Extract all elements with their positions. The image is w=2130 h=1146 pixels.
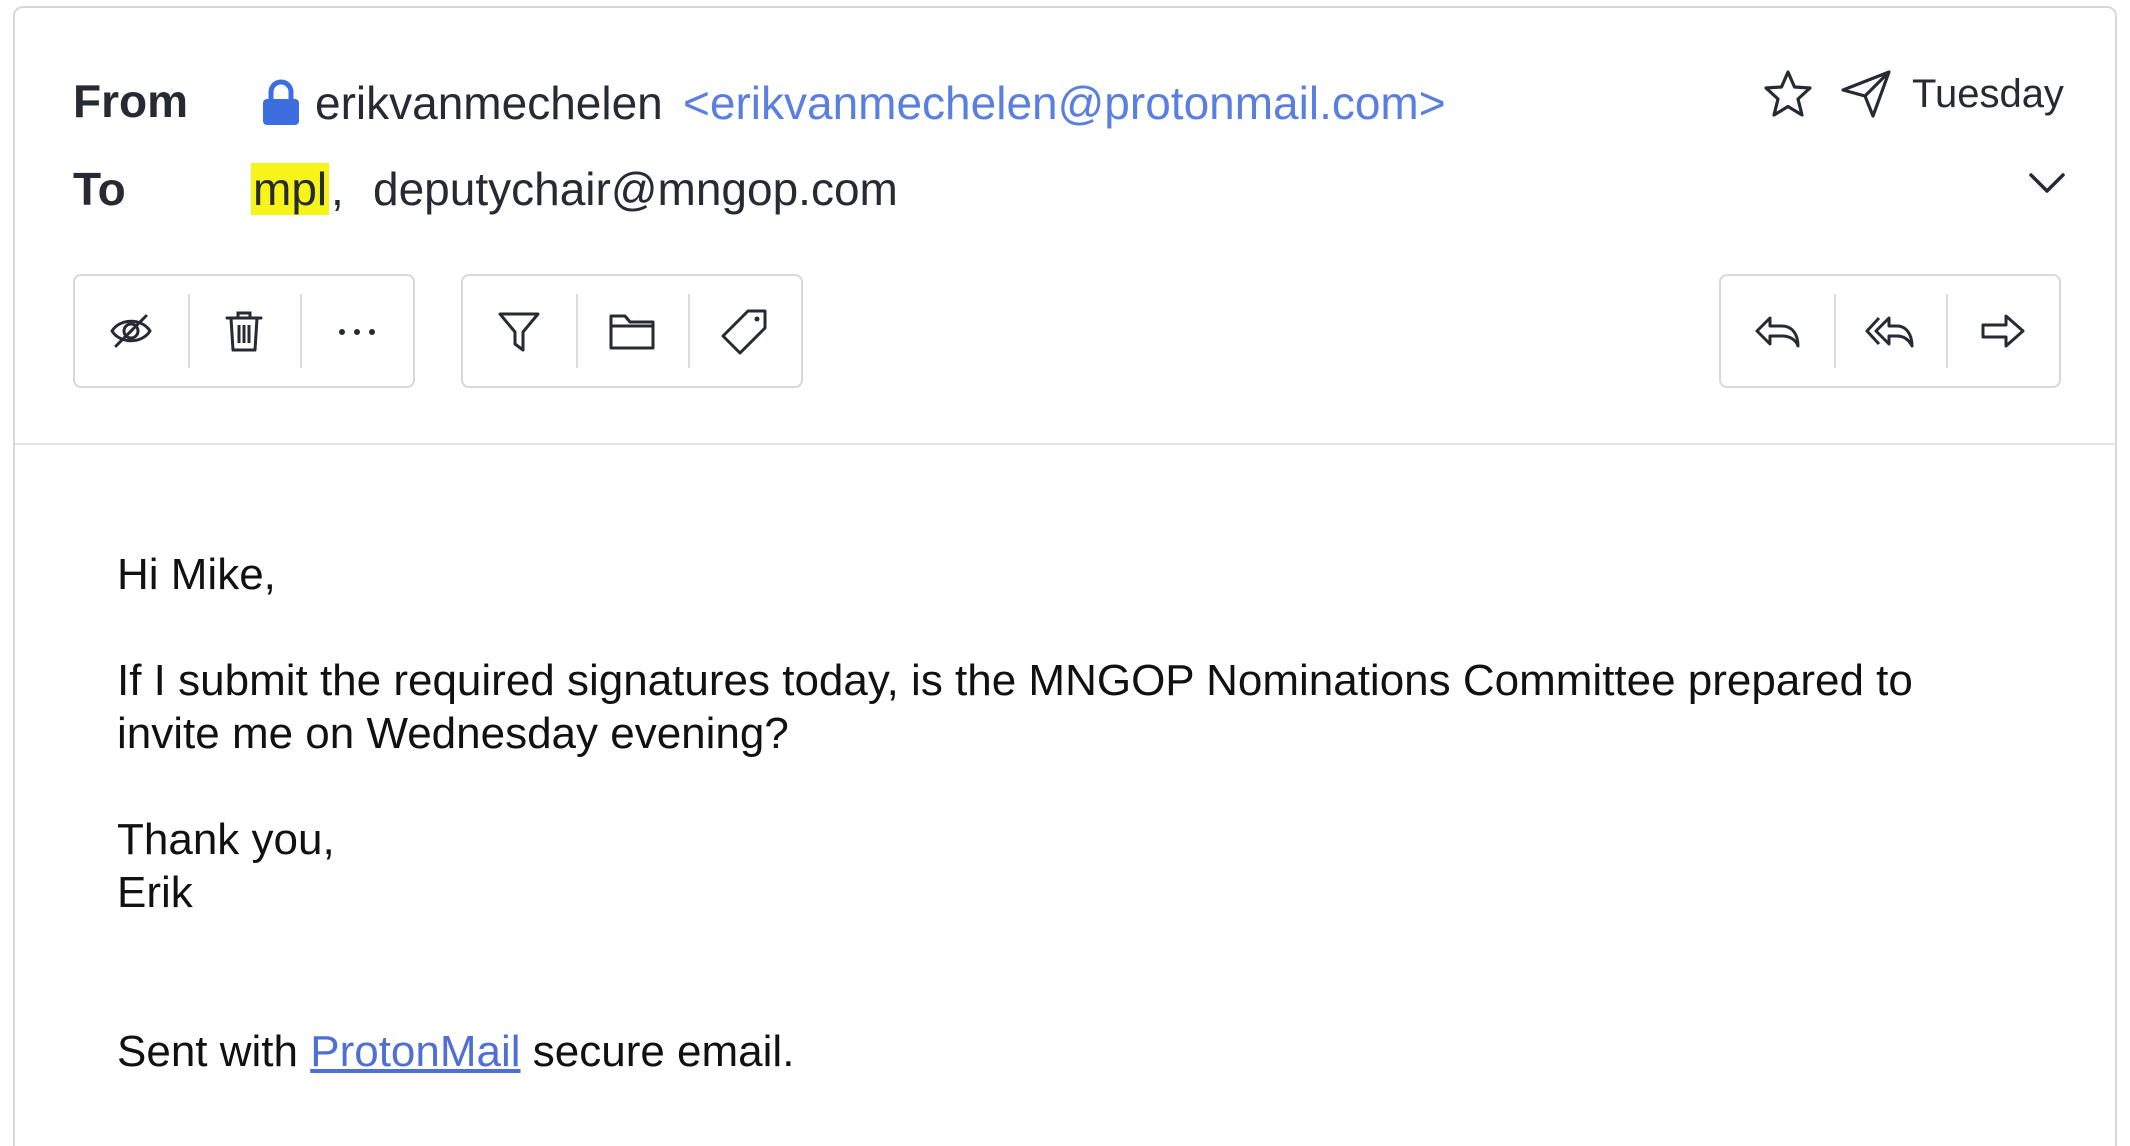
reply-toolbar [1719,274,2061,388]
message-line: If I submit the required signatures toda… [117,656,1913,705]
folder-icon [609,314,655,350]
recipient-mpl[interactable]: mpl [251,162,330,216]
star-icon[interactable] [1762,68,1814,120]
message-actions-toolbar [73,274,415,388]
trash-icon [225,311,263,352]
sender-name[interactable]: erikvanmechelen [315,76,663,130]
signature-name: Erik [117,868,193,917]
message-paragraph: If I submit the required signatures toda… [117,654,1913,760]
protonmail-link[interactable]: ProtonMail [310,1027,520,1076]
email-view: From erikvanmechelen <erikvanmechelen@pr… [13,6,2117,1146]
message-header: From erikvanmechelen <erikvanmechelen@pr… [15,8,2115,445]
filter-icon [498,312,540,352]
footer-prefix: Sent with [117,1027,311,1076]
message-line: invite me on Wednesday evening? [117,709,789,758]
footer-suffix: secure email. [520,1027,795,1076]
move-to-folder-button[interactable] [575,276,689,386]
more-icon [338,329,375,335]
recipient-deputychair[interactable]: deputychair@mngop.com [373,162,898,216]
recipient-highlight: mpl [251,163,330,215]
forward-icon [1981,314,2025,348]
sent-icon [1841,70,1891,118]
reply-all-button[interactable] [1833,276,1947,386]
reply-all-icon [1865,316,1914,348]
greeting: Hi Mike, [117,550,276,599]
filter-button[interactable] [463,276,576,386]
message-date: Tuesday [1912,72,2064,116]
lock-icon [263,79,299,125]
message-body: Hi Mike, If I submit the required signat… [117,548,1913,1131]
sender-email[interactable]: <erikvanmechelen@protonmail.com> [683,76,1446,130]
eye-slash-icon [110,314,153,348]
recipient-separator: , [331,163,344,215]
footer-line: Sent with ProtonMail secure email. [117,1025,1913,1078]
more-button[interactable] [300,276,413,386]
reply-icon [1755,316,1800,348]
closing-block: Thank you, Erik [117,813,1913,919]
label-button[interactable] [688,276,801,386]
tag-icon [721,309,767,355]
forward-button[interactable] [1946,276,2059,386]
to-label: To [73,163,126,215]
chevron-down-icon[interactable] [2025,166,2069,200]
organize-toolbar [461,274,803,388]
closing: Thank you, [117,815,335,864]
trash-button[interactable] [187,276,301,386]
mark-unread-button[interactable] [75,276,188,386]
from-label: From [73,75,188,127]
reply-button[interactable] [1721,276,1834,386]
